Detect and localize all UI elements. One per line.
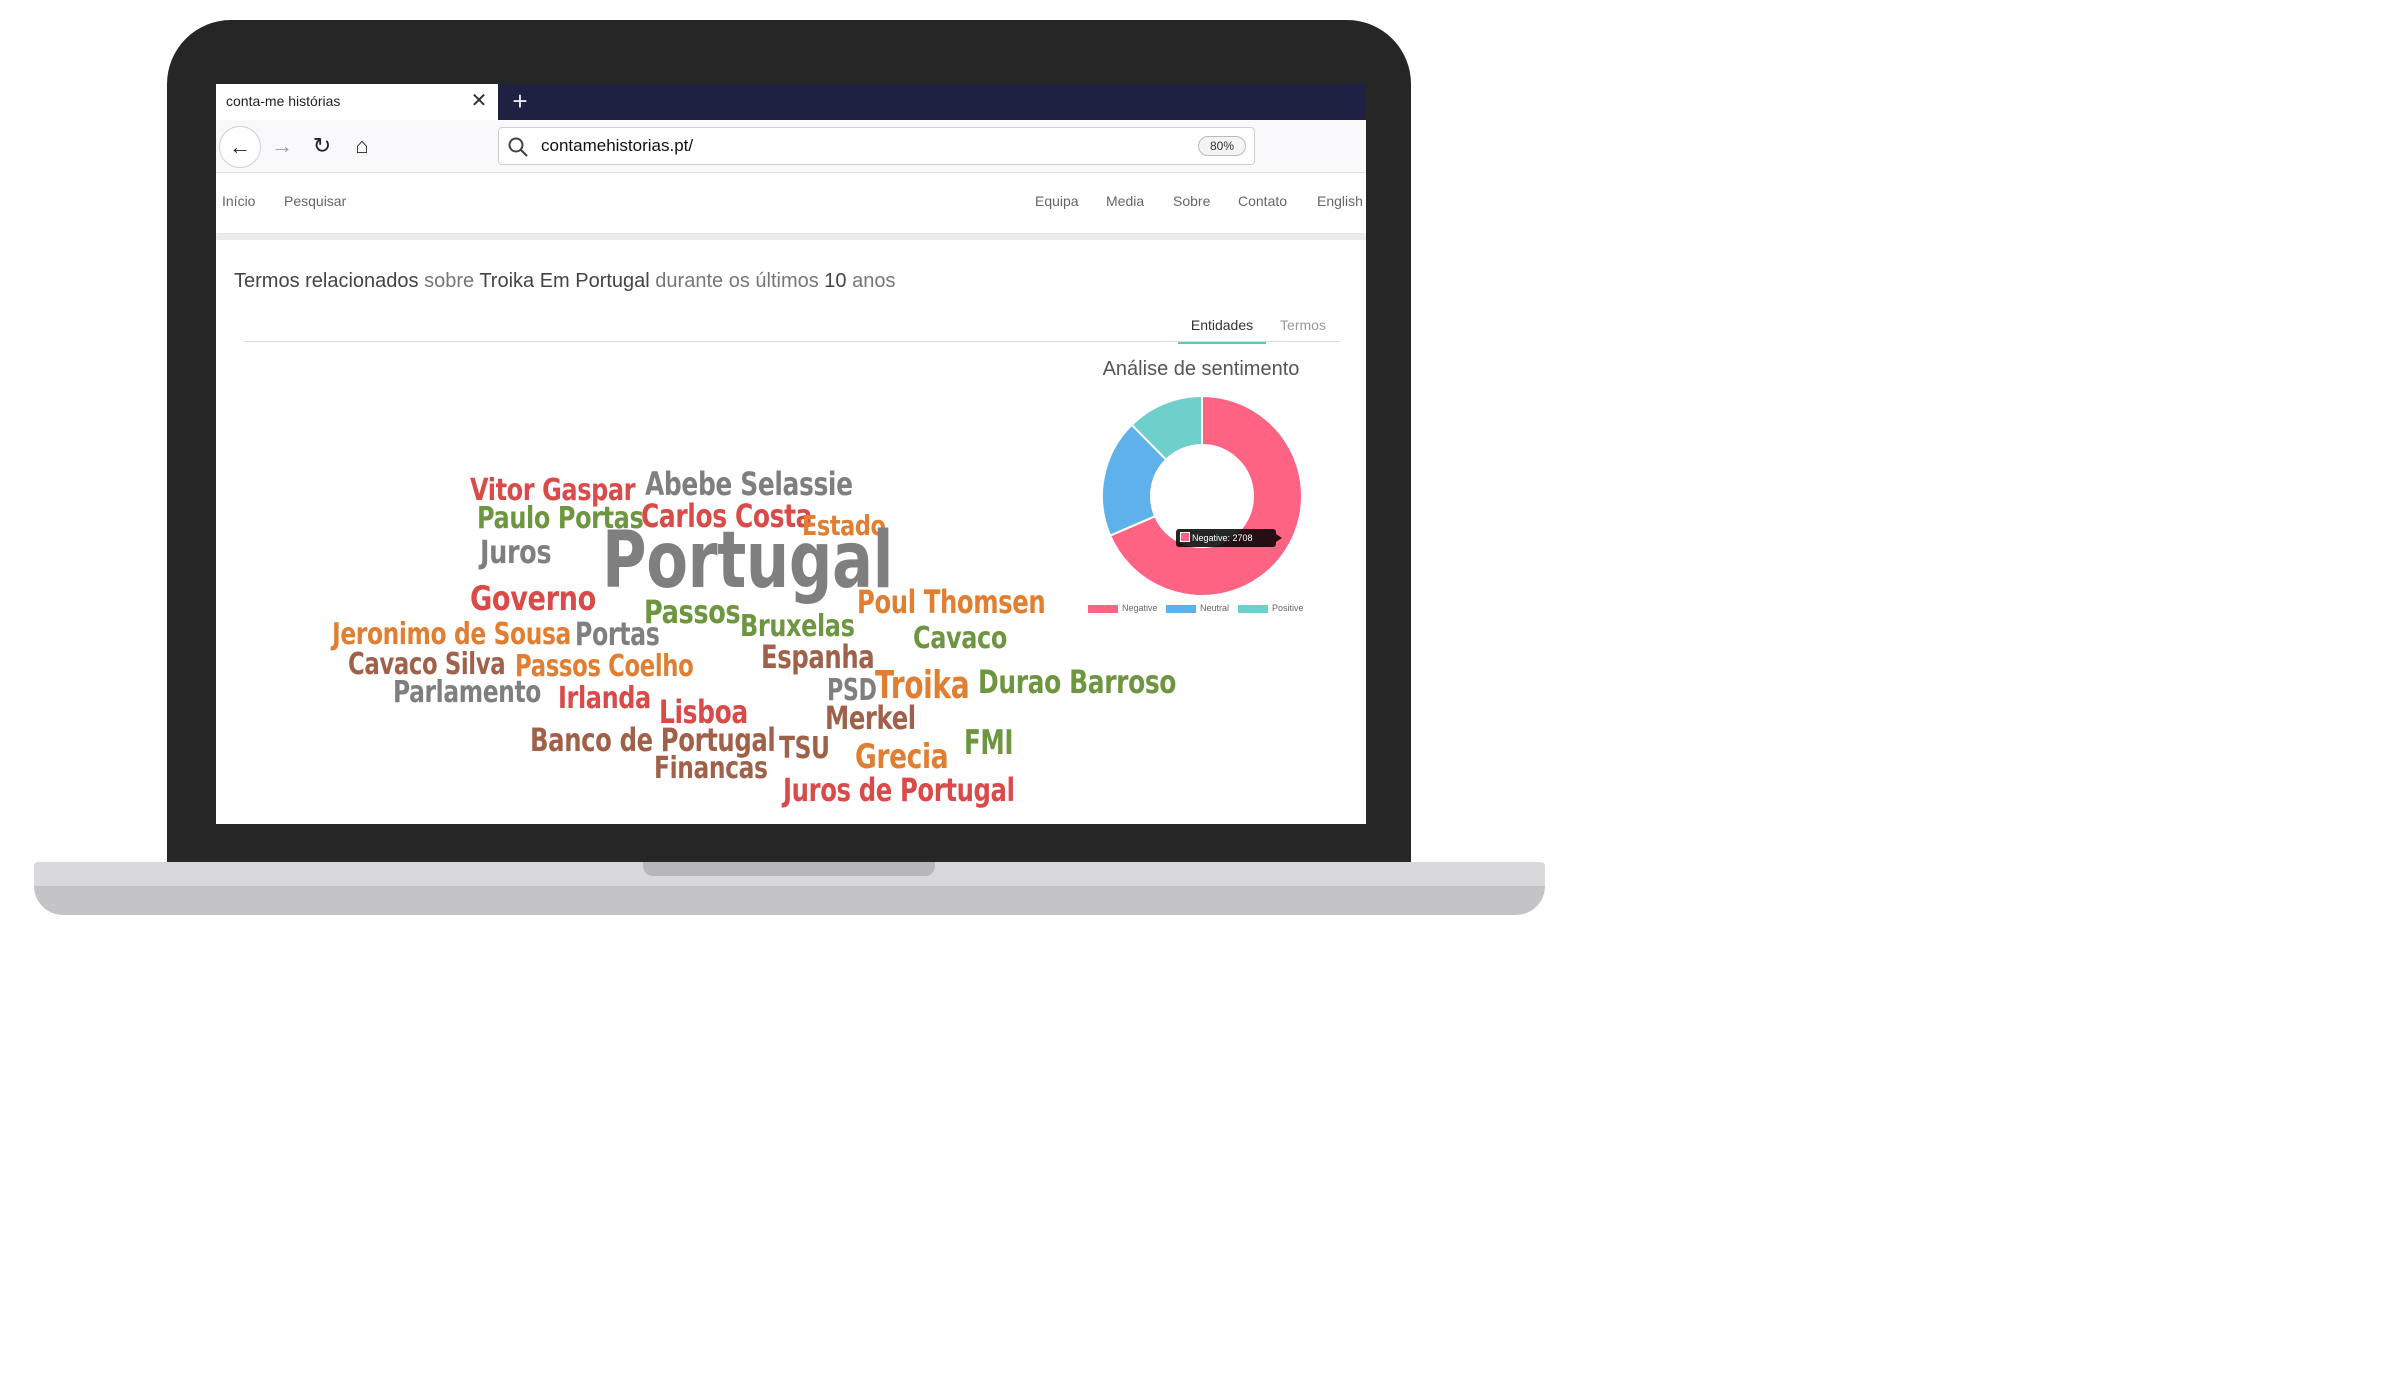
word-cloud-term[interactable]: Merkel <box>825 702 916 734</box>
word-cloud-term[interactable]: Juros de Portugal <box>783 774 1015 806</box>
word-cloud-term[interactable]: Cavaco <box>913 624 1007 654</box>
word-cloud-term[interactable]: FMI <box>964 726 1013 760</box>
word-cloud-term[interactable]: Governo <box>470 582 596 616</box>
word-cloud-term[interactable]: Juros <box>480 536 552 568</box>
word-cloud-term[interactable]: Financas <box>654 754 768 784</box>
word-cloud-term[interactable]: Poul Thomsen <box>857 586 1046 618</box>
word-cloud-term[interactable]: Abebe Selassie <box>645 468 853 500</box>
word-cloud-term[interactable]: Espanha <box>761 641 875 673</box>
word-cloud-term[interactable]: Jeronimo de Sousa <box>332 620 571 650</box>
word-cloud-term[interactable]: TSU <box>779 734 830 764</box>
browser-window: conta-me histórias ✕ + ← → ↻ ⌂ contamehi… <box>216 84 1366 824</box>
word-cloud-term[interactable]: Irlanda <box>558 684 651 714</box>
word-cloud-term[interactable]: Grecia <box>855 740 949 774</box>
word-cloud-term[interactable]: Portas <box>575 618 660 650</box>
word-cloud-term[interactable]: Passos Coelho <box>515 652 694 682</box>
word-cloud-term[interactable]: Durao Barroso <box>978 666 1176 698</box>
laptop-base-edge <box>34 886 1545 915</box>
laptop-notch <box>643 862 935 876</box>
word-cloud: Vitor Gaspar Abebe Selassie Paulo Portas Ca… <box>216 84 1366 824</box>
word-cloud-term[interactable]: Portugal <box>602 522 894 600</box>
word-cloud-term[interactable]: Parlamento <box>393 678 541 708</box>
